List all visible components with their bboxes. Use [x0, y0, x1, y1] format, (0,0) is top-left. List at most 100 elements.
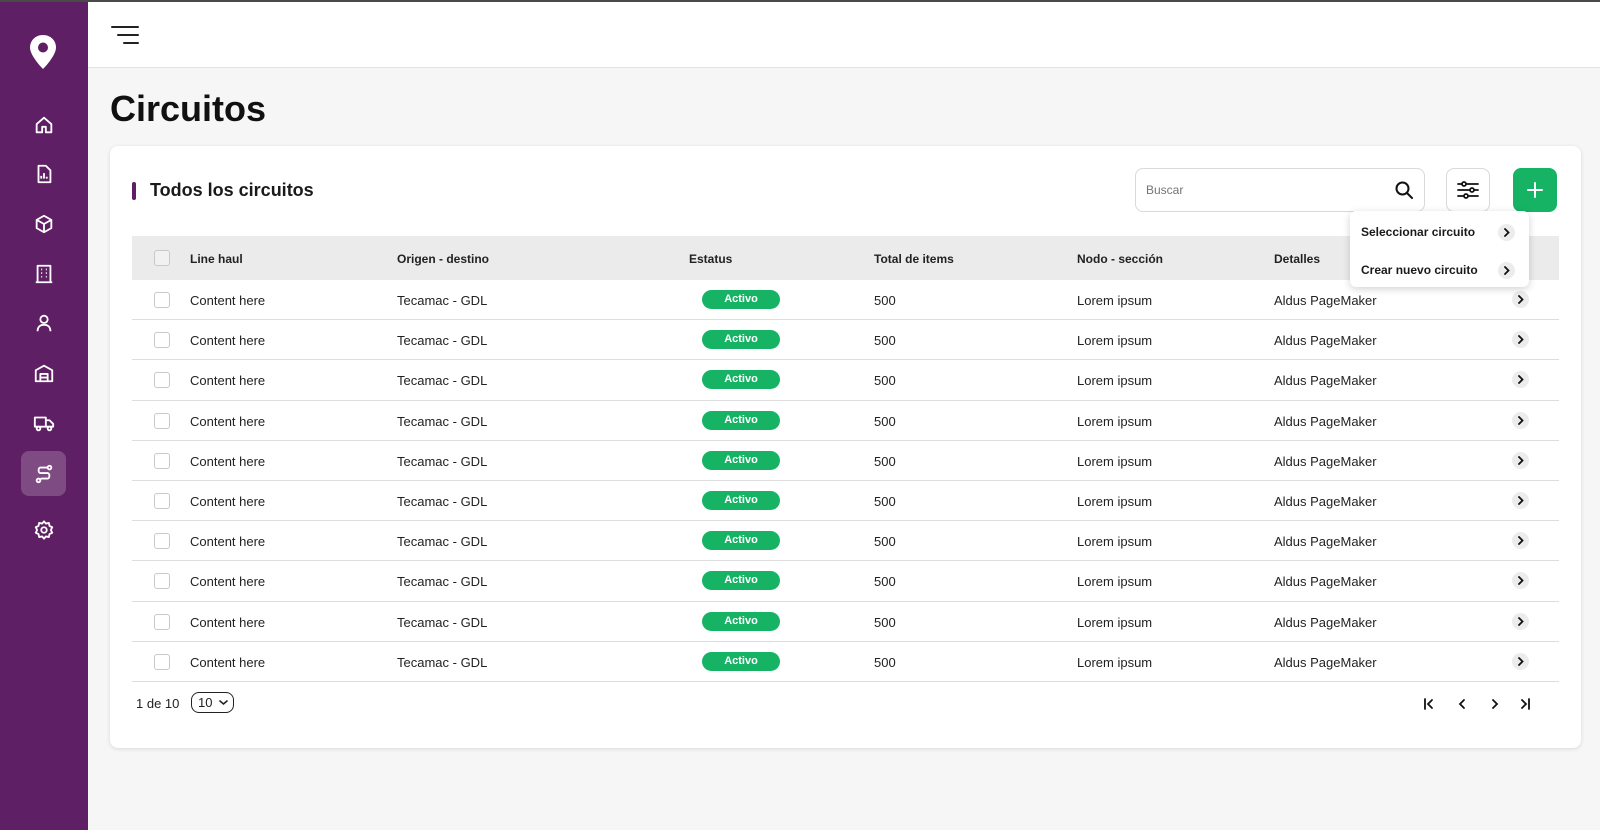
- select-all-checkbox[interactable]: [154, 250, 170, 266]
- table-body: Content here Tecamac - GDL Activo 500 Lorem …: [132, 280, 1559, 682]
- first-page-icon[interactable]: [1422, 697, 1436, 711]
- table-row[interactable]: Content here Tecamac - GDL Activo 500 Lorem …: [132, 561, 1559, 602]
- table-row[interactable]: Content here Tecamac - GDL Activo 500 Lorem …: [132, 602, 1559, 642]
- cell-details: Aldus PageMaker: [1274, 493, 1377, 509]
- cell-line-haul: Content here: [190, 453, 266, 469]
- search-icon[interactable]: [1394, 180, 1414, 200]
- row-detail-button[interactable]: [1512, 371, 1529, 389]
- row-checkbox[interactable]: [154, 613, 170, 630]
- sidebar-item-transport[interactable]: [21, 400, 66, 445]
- sidebar-item-reports[interactable]: [21, 151, 66, 196]
- table-row[interactable]: Content here Tecamac - GDL Activo 500 Lorem …: [132, 320, 1559, 361]
- warehouse-icon: [34, 364, 53, 382]
- cell-line-haul: Content here: [190, 413, 266, 429]
- row-detail-button[interactable]: [1512, 612, 1529, 630]
- table-row[interactable]: Content here Tecamac - GDL Activo 500 Lorem …: [132, 401, 1559, 441]
- table-row[interactable]: Content here Tecamac - GDL Activo 500 Lorem …: [132, 481, 1559, 522]
- chevron-right-icon: [1518, 415, 1524, 425]
- add-circuit-button[interactable]: [1513, 168, 1557, 212]
- cell-origin-destination: Tecamac - GDL: [397, 654, 488, 670]
- row-checkbox[interactable]: [154, 452, 170, 469]
- page-size-select[interactable]: 10: [191, 692, 234, 713]
- header-details[interactable]: Detalles: [1274, 252, 1320, 266]
- sidebar-item-warehouse[interactable]: [21, 350, 66, 395]
- row-detail-button[interactable]: [1512, 331, 1529, 349]
- row-detail-button[interactable]: [1512, 451, 1529, 469]
- route-icon: [35, 464, 52, 483]
- cell-node-section: Lorem ipsum: [1077, 654, 1153, 670]
- search-input[interactable]: [1146, 169, 1386, 211]
- row-detail-button[interactable]: [1512, 491, 1529, 509]
- row-checkbox[interactable]: [154, 653, 170, 670]
- row-checkbox[interactable]: [154, 492, 170, 509]
- sidebar-item-products[interactable]: [21, 201, 66, 246]
- menu-item-label: Crear nuevo circuito: [1361, 263, 1478, 277]
- filter-button[interactable]: [1446, 168, 1490, 212]
- table-row[interactable]: Content here Tecamac - GDL Activo 500 Lorem …: [132, 441, 1559, 481]
- row-checkbox[interactable]: [154, 573, 170, 590]
- page-title: Circuitos: [110, 88, 267, 129]
- row-checkbox[interactable]: [154, 292, 170, 308]
- header-node-section[interactable]: Nodo - sección: [1077, 252, 1163, 266]
- plus-icon: [1527, 182, 1543, 198]
- cell-origin-destination: Tecamac - GDL: [397, 614, 488, 630]
- menu-item-create-circuit[interactable]: Crear nuevo circuito: [1350, 251, 1529, 289]
- circuits-card: Todos los circuitos Line haul Origen - d…: [110, 146, 1581, 748]
- cell-node-section: Lorem ipsum: [1077, 293, 1153, 308]
- row-checkbox[interactable]: [154, 533, 170, 550]
- cell-line-haul: Content here: [190, 614, 266, 630]
- sidebar-item-users[interactable]: [21, 300, 66, 345]
- header-total-items[interactable]: Total de items: [874, 252, 954, 266]
- cell-node-section: Lorem ipsum: [1077, 614, 1153, 630]
- sidebar: [0, 0, 88, 830]
- row-detail-button[interactable]: [1512, 532, 1529, 550]
- last-page-icon[interactable]: [1518, 697, 1532, 711]
- cell-details: Aldus PageMaker: [1274, 654, 1377, 670]
- header-line-haul[interactable]: Line haul: [190, 252, 243, 266]
- prev-page-icon[interactable]: [1455, 697, 1469, 711]
- sidebar-item-circuits[interactable]: [21, 451, 66, 496]
- chevron-right-icon: [1498, 262, 1515, 279]
- header-origin-destination[interactable]: Origen - destino: [397, 252, 489, 266]
- cell-line-haul: Content here: [190, 534, 266, 550]
- cell-node-section: Lorem ipsum: [1077, 413, 1153, 429]
- row-checkbox[interactable]: [154, 372, 170, 389]
- row-detail-button[interactable]: [1512, 572, 1529, 590]
- cell-line-haul: Content here: [190, 574, 266, 590]
- table-row[interactable]: Content here Tecamac - GDL Activo 500 Lorem …: [132, 521, 1559, 562]
- menu-icon[interactable]: [110, 22, 140, 48]
- row-checkbox[interactable]: [154, 332, 170, 349]
- next-page-icon[interactable]: [1488, 697, 1502, 711]
- status-badge: Activo: [702, 450, 780, 470]
- table-row[interactable]: Content here Tecamac - GDL Activo 500 Lorem …: [132, 360, 1559, 401]
- sidebar-item-home[interactable]: [21, 102, 66, 147]
- sidebar-item-buildings[interactable]: [21, 251, 66, 296]
- cell-details: Aldus PageMaker: [1274, 534, 1377, 550]
- status-badge: Activo: [702, 531, 780, 551]
- cell-line-haul: Content here: [190, 654, 266, 670]
- box-icon: [35, 214, 52, 233]
- cell-origin-destination: Tecamac - GDL: [397, 574, 488, 590]
- cell-origin-destination: Tecamac - GDL: [397, 373, 488, 389]
- cell-line-haul: Content here: [190, 373, 266, 389]
- row-detail-button[interactable]: [1512, 652, 1529, 670]
- sliders-icon: [1457, 181, 1479, 199]
- table-row[interactable]: Content here Tecamac - GDL Activo 500 Lorem …: [132, 642, 1559, 682]
- card-title-accent: [132, 182, 136, 200]
- row-detail-button[interactable]: [1512, 291, 1529, 308]
- location-pin-logo-icon[interactable]: [28, 34, 58, 70]
- cell-details: Aldus PageMaker: [1274, 453, 1377, 469]
- cell-details: Aldus PageMaker: [1274, 373, 1377, 389]
- cell-origin-destination: Tecamac - GDL: [397, 493, 488, 509]
- table-row[interactable]: Content here Tecamac - GDL Activo 500 Lorem …: [132, 280, 1559, 321]
- cell-total-items: 500: [874, 293, 896, 308]
- status-badge: Activo: [702, 290, 780, 309]
- page-size-value: 10: [198, 695, 213, 710]
- cell-origin-destination: Tecamac - GDL: [397, 333, 488, 349]
- row-detail-button[interactable]: [1512, 411, 1529, 429]
- menu-item-select-circuit[interactable]: Seleccionar circuito: [1350, 213, 1529, 251]
- row-checkbox[interactable]: [154, 412, 170, 429]
- sidebar-item-settings[interactable]: [21, 507, 66, 552]
- header-status[interactable]: Estatus: [689, 252, 732, 266]
- chevron-right-icon: [1518, 656, 1524, 666]
